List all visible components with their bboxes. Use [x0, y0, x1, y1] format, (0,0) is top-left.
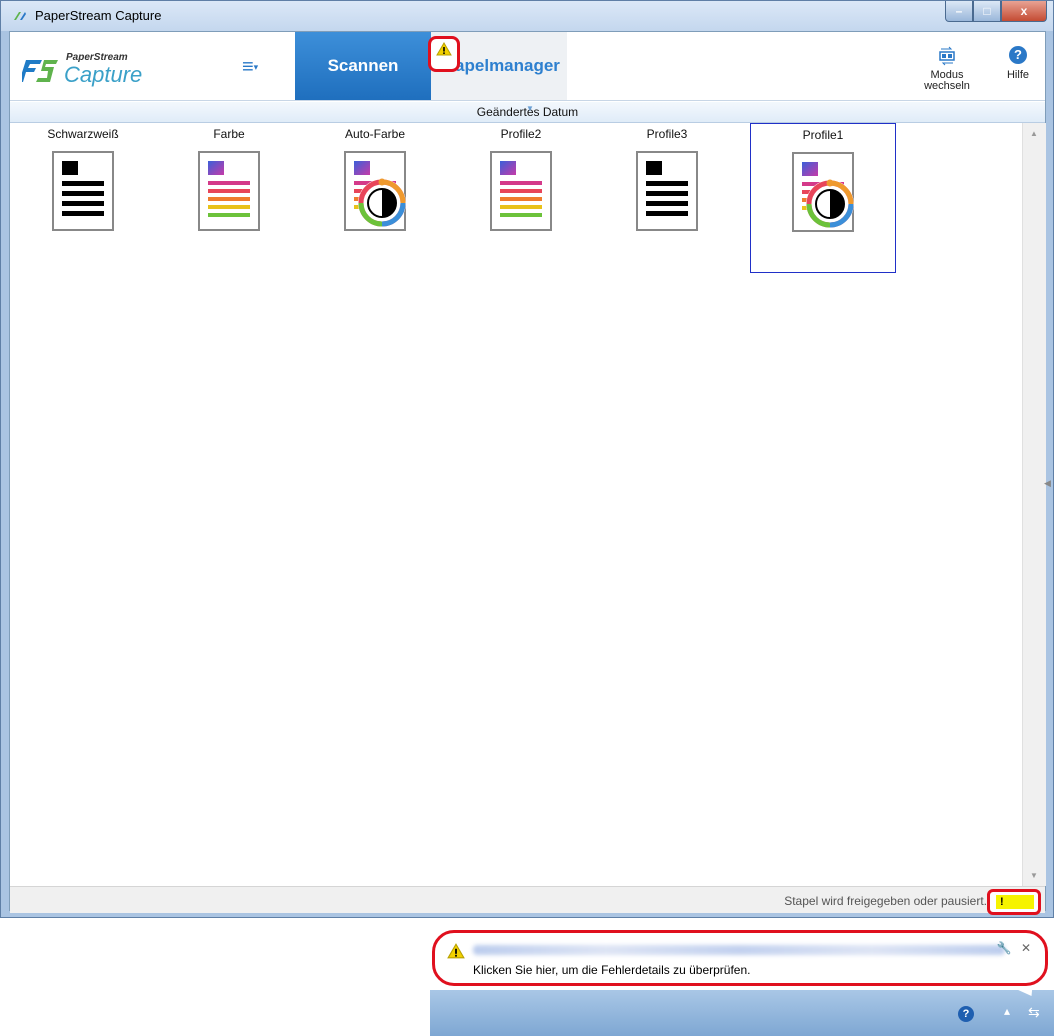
- profile-name: Auto-Farbe: [344, 127, 406, 141]
- bw-document-icon: [636, 151, 698, 231]
- sort-header[interactable]: ▼ Geändertes Datum: [10, 102, 1045, 123]
- error-notification-balloon[interactable]: Klicken Sie hier, um die Fehlerdetails z…: [432, 930, 1048, 986]
- help-button[interactable]: ? Hilfe: [1000, 46, 1036, 81]
- help-label: Hilfe: [1006, 69, 1029, 81]
- tab-scannen[interactable]: Scannen: [295, 32, 431, 100]
- blurred-message: [473, 945, 1005, 955]
- tray-network-icon[interactable]: ⇆: [1028, 1004, 1040, 1021]
- profile-list: Schwarzweiß Farbe Auto-Farbe Profile2 Pr…: [10, 123, 1022, 886]
- profile-name: Schwarzweiß: [47, 127, 119, 141]
- warning-icon: [436, 42, 452, 56]
- profile-name: Farbe: [213, 127, 245, 141]
- tray-help-icon[interactable]: ?: [958, 1006, 974, 1022]
- scroll-up-icon[interactable]: ▲: [1030, 129, 1038, 138]
- help-icon: ?: [1009, 46, 1027, 64]
- profile-name: Profile2: [500, 127, 542, 141]
- profile-profile2[interactable]: Profile2: [448, 123, 594, 273]
- minimize-button[interactable]: –: [945, 1, 973, 22]
- close-icon[interactable]: ✕: [1021, 941, 1031, 955]
- app-icon: [14, 12, 26, 20]
- profile-profile3[interactable]: Profile3: [594, 123, 740, 273]
- vertical-scrollbar[interactable]: ▲ ▼: [1022, 123, 1046, 886]
- switch-mode-label-2: wechseln: [924, 80, 970, 92]
- switch-mode-icon: [939, 46, 955, 66]
- close-icon: x: [1020, 4, 1028, 18]
- profile-auto-farbe[interactable]: Auto-Farbe: [302, 123, 448, 273]
- window-title: PaperStream Capture: [35, 8, 162, 23]
- ps-logo-icon: [22, 60, 58, 82]
- close-button[interactable]: x: [1001, 1, 1047, 22]
- tray-expand-icon[interactable]: ▴: [1004, 1004, 1010, 1018]
- app-window: PaperStream Capture – □ x PaperStream Ca…: [0, 0, 1054, 918]
- balloon-message: Klicken Sie hier, um die Fehlerdetails z…: [473, 963, 751, 977]
- main-menu-button[interactable]: ≡▾: [242, 56, 258, 79]
- bw-document-icon: [52, 151, 114, 231]
- switch-mode-button[interactable]: Modus wechseln: [922, 46, 972, 92]
- hamburger-icon: ≡: [242, 56, 254, 78]
- warning-icon: [447, 943, 465, 959]
- minimize-icon: –: [955, 4, 963, 18]
- profile-name: Profile1: [802, 128, 844, 142]
- app-header: PaperStream Capture ≡▾ Scannen Stapelman…: [10, 32, 1045, 101]
- maximize-icon: □: [983, 4, 991, 18]
- status-warning-indicator[interactable]: !: [987, 889, 1041, 915]
- color-document-icon: [490, 151, 552, 231]
- warning-icon: !: [996, 895, 1034, 909]
- color-document-icon: [198, 151, 260, 231]
- sort-arrow-icon: ▼: [526, 104, 534, 113]
- settings-wrench-icon[interactable]: 🔧: [997, 941, 1012, 955]
- collapse-arrow-icon[interactable]: ◀: [1044, 478, 1051, 489]
- profile-profile1[interactable]: Profile1: [750, 123, 896, 273]
- dropdown-caret-icon: ▾: [253, 62, 259, 73]
- status-text: Stapel wird freigegeben oder pausiert.: [784, 894, 987, 908]
- scroll-down-icon[interactable]: ▼: [1030, 871, 1038, 880]
- profile-name: Profile3: [646, 127, 688, 141]
- tab-warning-indicator[interactable]: [428, 36, 460, 72]
- profile-schwarzweiss[interactable]: Schwarzweiß: [10, 123, 156, 273]
- auto-color-document-icon: [344, 151, 406, 231]
- maximize-button[interactable]: □: [973, 1, 1001, 22]
- paperstream-logo: PaperStream Capture: [22, 46, 202, 92]
- profile-farbe[interactable]: Farbe: [156, 123, 302, 273]
- client-area: PaperStream Capture ≡▾ Scannen Stapelman…: [9, 31, 1046, 915]
- logo-line2: Capture: [64, 62, 143, 87]
- status-bar: Stapel wird freigegeben oder pausiert. !: [10, 886, 1045, 915]
- title-bar: PaperStream Capture – □ x: [1, 1, 1053, 31]
- auto-color-document-icon: [792, 152, 854, 232]
